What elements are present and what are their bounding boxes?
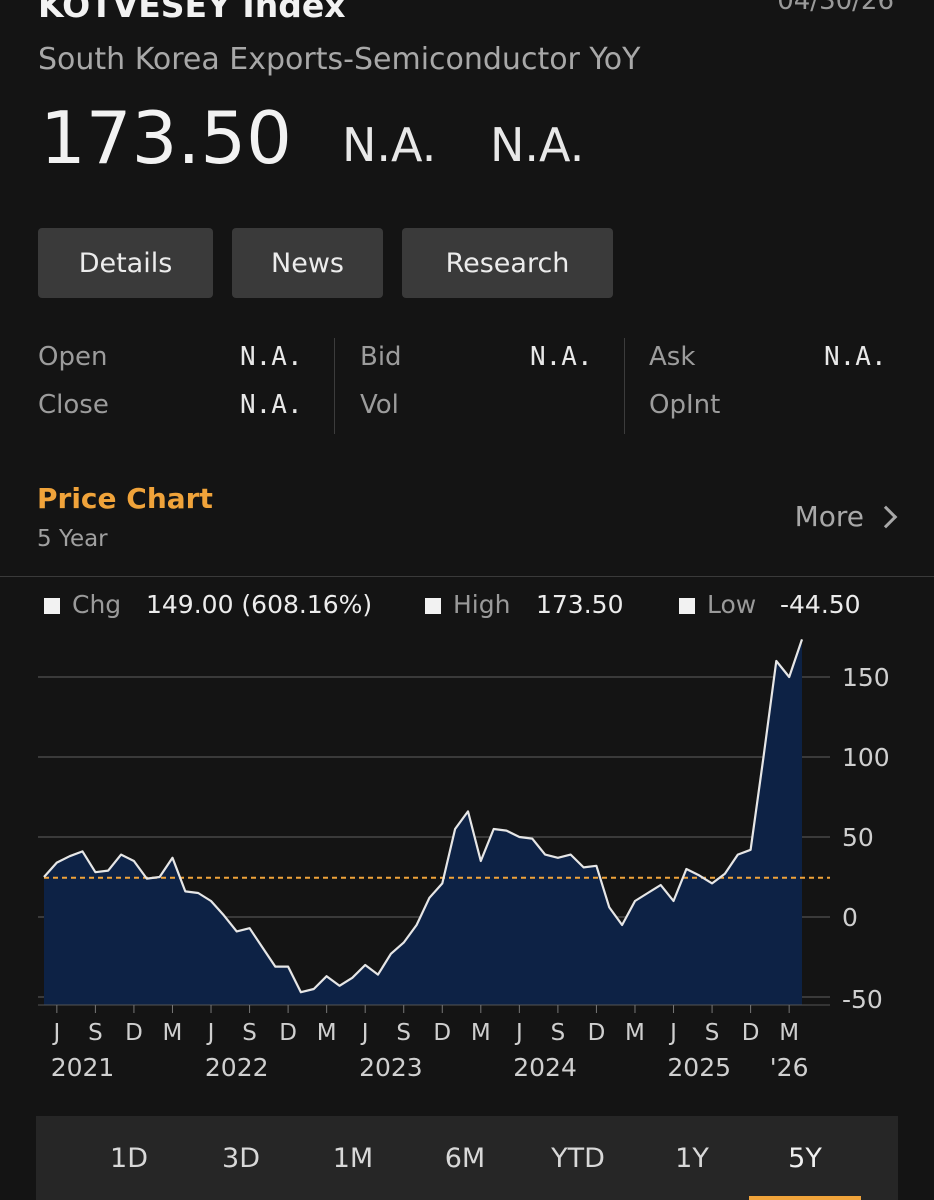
range-5y[interactable]: 5Y — [749, 1116, 861, 1200]
x-tick-label: J — [51, 1020, 60, 1046]
y-tick-label: 50 — [842, 823, 874, 852]
x-tick-label: S — [551, 1020, 566, 1046]
x-tick-label: D — [279, 1020, 297, 1046]
x-tick-label: J — [360, 1020, 369, 1046]
x-year-label: 2024 — [513, 1053, 577, 1082]
y-tick-label: 0 — [842, 903, 858, 932]
range-1d[interactable]: 1D — [73, 1116, 185, 1200]
area-fill — [44, 639, 802, 1005]
range-6m[interactable]: 6M — [409, 1116, 521, 1200]
active-range-indicator — [749, 1196, 861, 1200]
x-tick-label: D — [433, 1020, 451, 1046]
x-year-label: 2022 — [205, 1053, 269, 1082]
x-tick-label: J — [668, 1020, 677, 1046]
range-label: 3D — [222, 1142, 260, 1174]
range-ytd[interactable]: YTD — [522, 1116, 634, 1200]
x-tick-label: S — [242, 1020, 257, 1046]
range-label: 1Y — [675, 1142, 709, 1174]
x-tick-label: M — [471, 1020, 491, 1046]
range-1y[interactable]: 1Y — [636, 1116, 748, 1200]
x-tick-label: S — [705, 1020, 720, 1046]
x-tick-label: M — [163, 1020, 183, 1046]
x-tick-label: S — [396, 1020, 411, 1046]
range-label: 5Y — [788, 1142, 822, 1174]
x-tick-label: D — [125, 1020, 143, 1046]
x-tick-label: J — [206, 1020, 215, 1046]
price-chart[interactable]: 150100500-50J S D M J S D M J S D M J S D M J S D M2021 2022… — [0, 0, 934, 1110]
y-tick-label: 150 — [842, 663, 890, 692]
range-label: 1D — [110, 1142, 148, 1174]
x-tick-label: M — [625, 1020, 645, 1046]
x-tick-label: D — [588, 1020, 606, 1046]
y-tick-label: 100 — [842, 743, 890, 772]
x-year-label: 2023 — [359, 1053, 423, 1082]
x-tick-label: D — [742, 1020, 760, 1046]
x-year-label: 2021 — [51, 1053, 115, 1082]
x-tick-label: M — [779, 1020, 799, 1046]
x-year-label: '26 — [770, 1053, 809, 1082]
range-label: 6M — [444, 1142, 486, 1174]
x-tick-label: S — [88, 1020, 103, 1046]
range-3d[interactable]: 3D — [185, 1116, 297, 1200]
x-tick-label: M — [317, 1020, 337, 1046]
y-tick-label: -50 — [842, 985, 883, 1014]
range-label: 1M — [332, 1142, 374, 1174]
range-1m[interactable]: 1M — [297, 1116, 409, 1200]
x-tick-label: J — [514, 1020, 523, 1046]
x-year-label: 2025 — [667, 1053, 731, 1082]
range-label: YTD — [551, 1142, 605, 1174]
